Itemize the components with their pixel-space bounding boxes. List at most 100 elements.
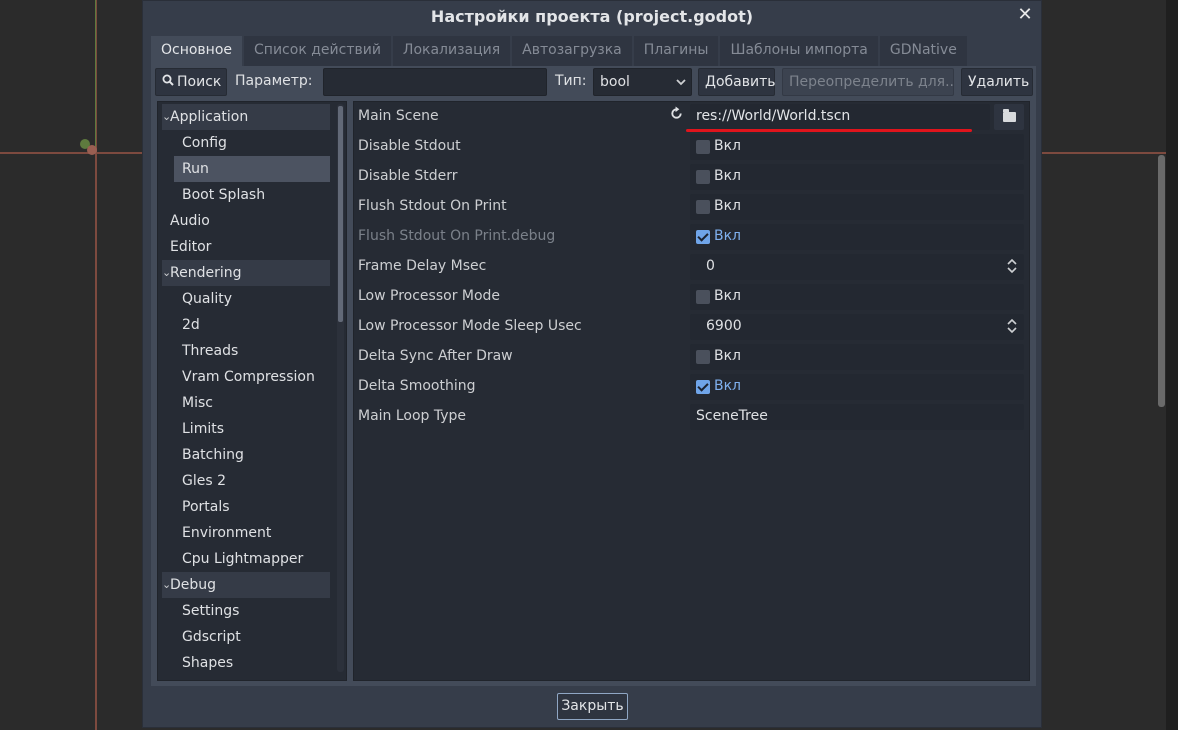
settings-toolbar: Поиск Параметр: Тип: bool Добавить Перео… — [151, 66, 1036, 98]
low-processor-sleep-spinbox[interactable]: 6900 — [690, 314, 1024, 340]
property-disable-stderr: Disable Stderr Вкл — [354, 162, 1029, 192]
tree-item-label: Environment — [182, 525, 272, 541]
general-tab-panel: Поиск Параметр: Тип: bool Добавить Перео… — [151, 66, 1036, 686]
type-label: Тип: — [555, 73, 587, 89]
checkbox-icon — [696, 290, 710, 304]
checkbox-label: Вкл — [714, 348, 742, 364]
add-button[interactable]: Добавить — [698, 68, 775, 96]
tab-autoload[interactable]: Автозагрузка — [512, 36, 632, 66]
search-button-label: Поиск — [177, 74, 222, 90]
checkbox-label: Вкл — [714, 228, 742, 244]
tree-item-label: Shapes — [182, 655, 234, 671]
tree-item-boot-splash[interactable]: Boot Splash — [162, 182, 330, 208]
browse-button[interactable] — [994, 104, 1024, 130]
tab-gdnative[interactable]: GDNative — [879, 36, 967, 66]
tree-item-misc[interactable]: Misc — [162, 390, 330, 416]
tab-plugins[interactable]: Плагины — [633, 36, 719, 66]
search-button[interactable]: Поиск — [155, 68, 227, 96]
tree-item-vram-compression[interactable]: Vram Compression — [162, 364, 330, 390]
disable-stdout-checkbox[interactable]: Вкл — [690, 134, 1024, 160]
tree-item-limits[interactable]: Limits — [162, 416, 330, 442]
revert-icon[interactable] — [669, 106, 684, 125]
tree-item-portals[interactable]: Portals — [162, 494, 330, 520]
spinner-icon[interactable] — [1006, 256, 1018, 276]
checkbox-icon — [696, 200, 710, 214]
tree-section-application[interactable]: ⌄ Application — [162, 104, 330, 130]
dialog-title: Настройки проекта (project.godot) — [430, 7, 754, 26]
close-button[interactable]: Закрыть — [557, 693, 628, 720]
frame-delay-spinbox[interactable]: 0 — [690, 254, 1024, 280]
property-low-processor-mode: Low Processor Mode Вкл — [354, 282, 1029, 312]
tree-item-cpu-lightmapper[interactable]: Cpu Lightmapper — [162, 546, 330, 572]
tree-item-editor[interactable]: Editor — [162, 234, 330, 260]
tree-item-2d[interactable]: 2d — [162, 312, 330, 338]
tree-item-gdscript[interactable]: Gdscript — [162, 624, 330, 650]
property-name: Flush Stdout On Print.debug — [358, 228, 556, 244]
tree-item-label: Portals — [182, 499, 230, 515]
tree-item-threads[interactable]: Threads — [162, 338, 330, 364]
property-name: Disable Stderr — [358, 168, 458, 184]
project-settings-dialog: Настройки проекта (project.godot) ✕ Осно… — [142, 0, 1042, 728]
checkbox-label: Вкл — [714, 198, 742, 214]
property-low-processor-sleep: Low Processor Mode Sleep Usec 6900 — [354, 312, 1029, 342]
tab-localization[interactable]: Локализация — [392, 36, 511, 66]
tree-item-quality[interactable]: Quality — [162, 286, 330, 312]
main-loop-type-field[interactable]: SceneTree — [690, 404, 1024, 430]
property-disable-stdout: Disable Stdout Вкл — [354, 132, 1029, 162]
delta-smoothing-checkbox[interactable]: Вкл — [690, 374, 1024, 400]
search-icon — [162, 69, 174, 95]
property-name: Disable Stdout — [358, 138, 461, 154]
tree-item-settings[interactable]: Settings — [162, 598, 330, 624]
checkbox-checked-icon — [696, 230, 710, 244]
tree-section-rendering[interactable]: ⌄ Rendering — [162, 260, 330, 286]
property-name: Frame Delay Msec — [358, 258, 487, 274]
editor-axis-horizontal-left — [0, 152, 142, 154]
delta-sync-checkbox[interactable]: Вкл — [690, 344, 1024, 370]
tab-import-defaults[interactable]: Шаблоны импорта — [720, 36, 878, 66]
low-processor-checkbox[interactable]: Вкл — [690, 284, 1024, 310]
spinbox-value: 6900 — [706, 318, 742, 334]
tree-item-gles-2[interactable]: Gles 2 — [162, 468, 330, 494]
tree-item-shapes[interactable]: Shapes — [162, 650, 330, 676]
tree-item-label: 2d — [182, 317, 200, 333]
checkbox-icon — [696, 350, 710, 364]
editor-pivot-handle — [87, 145, 97, 155]
property-delta-smoothing: Delta Smoothing Вкл — [354, 372, 1029, 402]
chevron-down-icon — [676, 69, 686, 104]
property-name: Delta Smoothing — [358, 378, 476, 394]
checkbox-label: Вкл — [714, 138, 742, 154]
folder-icon — [1003, 109, 1016, 122]
spinner-icon[interactable] — [1006, 316, 1018, 336]
tree-item-label: Audio — [170, 213, 210, 229]
tree-item-label: Gdscript — [182, 629, 241, 645]
tab-bar: Основное Список действий Локализация Авт… — [151, 36, 969, 66]
tab-general[interactable]: Основное — [151, 36, 243, 66]
tree-item-label: Quality — [182, 291, 233, 307]
tree-item-batching[interactable]: Batching — [162, 442, 330, 468]
checkbox-icon — [696, 140, 710, 154]
tree-section-debug[interactable]: ⌄ Debug — [162, 572, 330, 598]
dialog-titlebar[interactable]: Настройки проекта (project.godot) ✕ — [143, 1, 1041, 33]
spinbox-value: 0 — [706, 258, 715, 274]
tab-input-map[interactable]: Список действий — [244, 36, 391, 66]
disable-stderr-checkbox[interactable]: Вкл — [690, 164, 1024, 190]
close-icon[interactable]: ✕ — [1015, 4, 1035, 28]
flush-stdout-debug-checkbox[interactable]: Вкл — [690, 224, 1024, 250]
tree-item-environment[interactable]: Environment — [162, 520, 330, 546]
editor-scrollbar[interactable] — [1158, 155, 1165, 407]
editor-axis-horizontal-right — [1042, 152, 1178, 154]
tree-item-config[interactable]: Config — [162, 130, 330, 156]
property-name: Low Processor Mode Sleep Usec — [358, 318, 582, 334]
delete-button[interactable]: Удалить — [961, 68, 1033, 96]
tree-item-label: Run — [182, 161, 209, 177]
tree-item-label: Cpu Lightmapper — [182, 551, 304, 567]
property-name: Flush Stdout On Print — [358, 198, 507, 214]
flush-stdout-checkbox[interactable]: Вкл — [690, 194, 1024, 220]
tree-scrollbar[interactable] — [338, 106, 343, 322]
parameter-input[interactable] — [323, 68, 547, 96]
tree-item-audio[interactable]: Audio — [162, 208, 330, 234]
property-name: Low Processor Mode — [358, 288, 501, 304]
tree-item-run[interactable]: Run — [174, 156, 330, 182]
type-select[interactable]: bool — [593, 68, 692, 96]
main-scene-path-field[interactable]: res://World/World.tscn — [690, 104, 990, 130]
